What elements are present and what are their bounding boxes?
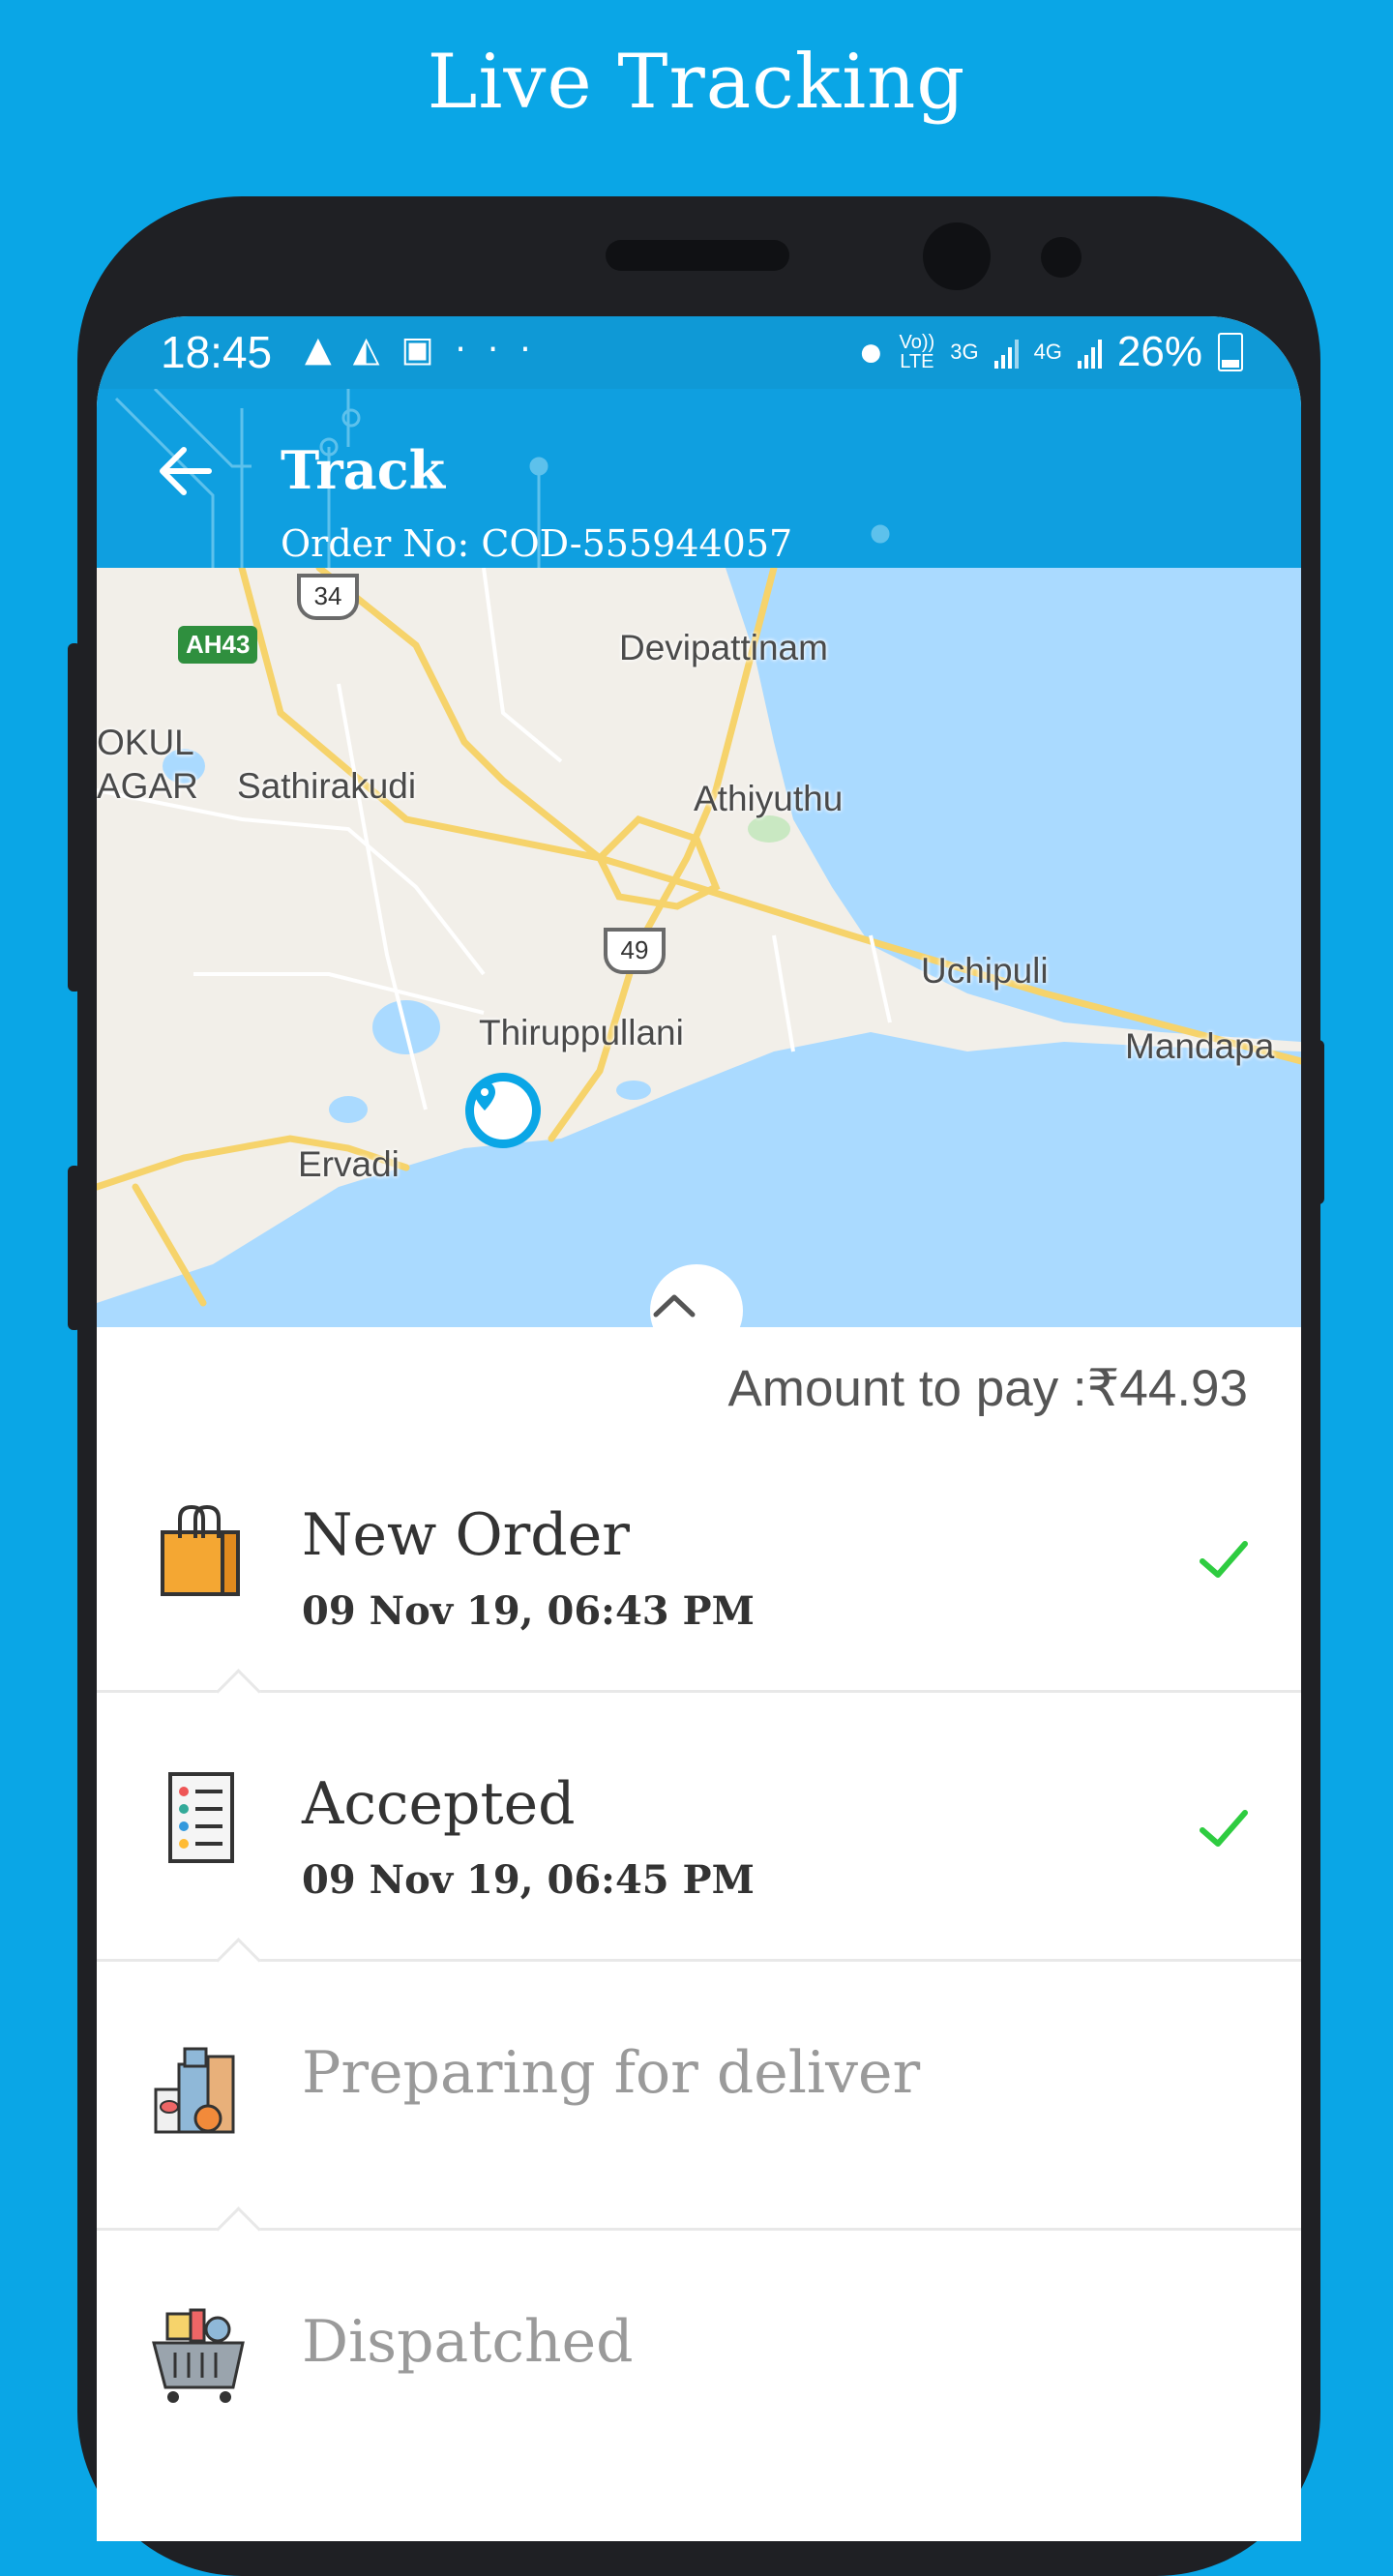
signal-icon-2 — [1077, 336, 1102, 369]
map-label-sathirakudi: Sathirakudi — [237, 766, 417, 806]
phone-camera — [923, 222, 991, 290]
step-title: Accepted — [302, 1770, 576, 1838]
navigation-icon: ▲ — [305, 330, 353, 370]
check-icon — [1200, 1810, 1248, 1847]
divider — [97, 1959, 1301, 1962]
phone-sensor — [1041, 237, 1082, 278]
status-left-icons: ▲◭▣··· — [305, 330, 552, 370]
maps-icon: ◭ — [352, 330, 401, 370]
map-label-okul: OKUL — [97, 723, 194, 762]
route-shield-49: 49 — [604, 928, 666, 974]
route-badge-ah43: AH43 — [178, 626, 258, 664]
map-label-athiyuthu: Athiyuthu — [694, 779, 844, 818]
battery-icon — [1218, 333, 1243, 371]
back-button[interactable] — [157, 442, 215, 510]
network-3g: 3G — [950, 340, 979, 364]
checklist-icon — [168, 1772, 234, 1863]
status-step-dispatched: Dispatched — [97, 2279, 1301, 2541]
promo-title: Live Tracking — [427, 39, 966, 126]
volte-indicator: Vo)) LTE — [899, 332, 935, 372]
status-time: 18:45 — [161, 327, 273, 377]
status-step-accepted: Accepted 09 Nov 19, 06:45 PM — [97, 1741, 1301, 2010]
phone-speaker — [606, 240, 789, 271]
divider — [97, 1690, 1301, 1693]
divider — [97, 2228, 1301, 2231]
chevron-up-icon — [653, 1294, 696, 1318]
battery-percent: 26% — [1116, 328, 1202, 375]
more-icon: ··· — [455, 330, 552, 370]
map-label-devipattinam: Devipattinam — [619, 628, 828, 667]
groceries-icon — [154, 2047, 235, 2134]
status-bar: 18:45 ▲◭▣··· ● Vo)) LTE 3G 4G 26% — [97, 316, 1301, 389]
shopping-bag-icon — [161, 1504, 240, 1596]
page-title: Track — [281, 439, 445, 501]
map-label-agar: AGAR — [97, 766, 198, 806]
route-shield-34: 34 — [297, 574, 359, 620]
step-title: Dispatched — [302, 2308, 634, 2376]
location-icon: ● — [857, 328, 884, 375]
app-bar: Track Order No: COD-555944057 — [97, 389, 1301, 568]
status-right: ● Vo)) LTE 3G 4G 26% — [858, 328, 1243, 376]
back-arrow-icon — [160, 447, 212, 495]
map-label-ervadi: Ervadi — [298, 1144, 400, 1184]
signal-icon — [993, 336, 1019, 369]
status-step-new-order: New Order 09 Nov 19, 06:43 PM — [97, 1472, 1301, 1741]
network-4g: 4G — [1033, 340, 1062, 364]
amount-to-pay: Amount to pay :₹44.93 — [727, 1360, 1248, 1417]
map-label-uchipuli: Uchipuli — [921, 951, 1049, 991]
step-time: 09 Nov 19, 06:45 PM — [302, 1857, 755, 1903]
step-title: Preparing for deliver — [302, 2039, 921, 2107]
map-view[interactable]: AH43 34 49 Devipattinam OKUL AGAR Sathir… — [97, 568, 1301, 1327]
image-icon: ▣ — [400, 330, 456, 370]
map-label-mandapa: Mandapa — [1125, 1026, 1275, 1066]
basket-icon — [152, 2308, 245, 2403]
phone-screen: 18:45 ▲◭▣··· ● Vo)) LTE 3G 4G 26% Track … — [97, 316, 1301, 2541]
map-pin-icon — [474, 1081, 495, 1110]
order-number: Order No: COD-555944057 — [281, 522, 793, 565]
status-step-preparing: Preparing for deliver — [97, 2010, 1301, 2279]
map-label-thiruppullani: Thiruppullani — [479, 1013, 684, 1052]
check-icon — [1200, 1541, 1248, 1578]
step-time: 09 Nov 19, 06:43 PM — [302, 1588, 755, 1634]
map-graphics — [97, 568, 1301, 1327]
location-marker[interactable] — [465, 1073, 541, 1148]
step-title: New Order — [302, 1501, 630, 1569]
